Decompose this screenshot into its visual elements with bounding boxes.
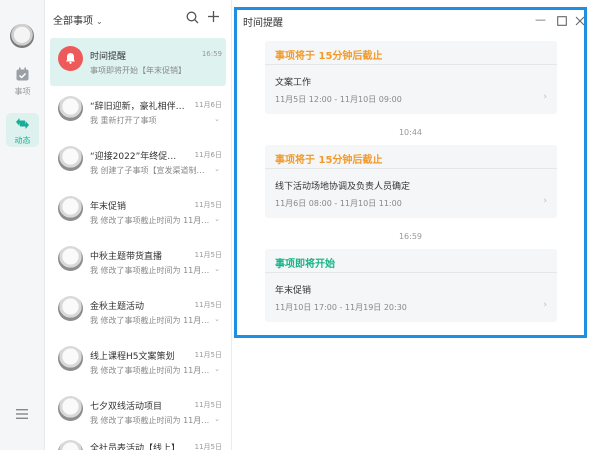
list-item-title: “辞旧迎新，豪礼相伴… bbox=[90, 102, 185, 112]
avatar bbox=[58, 146, 83, 171]
list-item-date: 11月5日 bbox=[194, 251, 222, 259]
panel-title: 时间提醒 bbox=[243, 18, 283, 29]
card-header: 事项即将开始 bbox=[265, 249, 557, 273]
avatar bbox=[58, 196, 83, 221]
card-header: 事项将于 15分钟后截止 bbox=[265, 41, 557, 65]
list-item-date: 11月5日 bbox=[194, 401, 222, 409]
chevron-down-icon[interactable]: ⌄ bbox=[214, 415, 220, 423]
chevron-right-icon: › bbox=[543, 196, 547, 206]
calendar-check-icon bbox=[16, 67, 29, 81]
list-item-subtitle: 事项即将开始【年末促销】 bbox=[90, 66, 186, 75]
avatar[interactable] bbox=[10, 24, 34, 48]
card-task-name: 文案工作 bbox=[275, 78, 312, 88]
bell-icon bbox=[66, 53, 75, 64]
reminder-detail-panel: 时间提醒 — 事项将于 15分钟后截止 文案工作 11月5日 12:00 - 1… bbox=[234, 7, 587, 338]
avatar bbox=[58, 396, 83, 421]
search-icon[interactable] bbox=[186, 11, 199, 24]
list-item-subtitle: 我 修改了事项截止时间为 11月… bbox=[90, 216, 210, 225]
list-item[interactable]: “迎接2022”年终促… 11月6日 我 创建了子事项【宣发渠道制… ⌄ bbox=[50, 138, 226, 186]
list-item-subtitle: 我 创建了子事项【宣发渠道制… bbox=[90, 166, 205, 175]
chevron-down-icon: ⌄ bbox=[96, 17, 103, 26]
list-item-date: 16:59 bbox=[201, 50, 222, 58]
list-item[interactable]: 七夕双线活动项目 11月5日 我 修改了事项截止时间为 11月… ⌄ bbox=[50, 388, 226, 436]
list-item[interactable]: 全社员表活动【线上】 11月5日 bbox=[50, 434, 226, 450]
card-time-range: 11月6日 08:00 - 11月10日 11:00 bbox=[275, 199, 402, 208]
chevron-down-icon[interactable]: ⌄ bbox=[214, 115, 220, 123]
list-item-title: 时间提醒 bbox=[90, 52, 127, 62]
list-item-date: 11月6日 bbox=[194, 151, 222, 159]
list-item[interactable]: 年末促销 11月5日 我 修改了事项截止时间为 11月… ⌄ bbox=[50, 188, 226, 236]
nav-item-activity[interactable]: 动态 bbox=[6, 113, 39, 147]
reminder-card[interactable]: 事项将于 15分钟后截止 线下活动场地协调及负责人员确定 11月6日 08:00… bbox=[265, 145, 557, 218]
card-time-range: 11月10日 17:00 - 11月19日 20:30 bbox=[275, 303, 407, 312]
card-task-name: 线下活动场地协调及负责人员确定 bbox=[275, 182, 411, 192]
avatar bbox=[58, 346, 83, 371]
list-item[interactable]: “辞旧迎新，豪礼相伴… 11月6日 我 重新打开了事项 ⌄ bbox=[50, 88, 226, 136]
list-item-date: 11月5日 bbox=[194, 201, 222, 209]
list-item[interactable]: 金秋主题活动 11月5日 我 修改了事项截止时间为 11月… ⌄ bbox=[50, 288, 226, 336]
list-item[interactable]: 中秋主题带货直播 11月5日 我 修改了事项截止时间为 11月… ⌄ bbox=[50, 238, 226, 286]
timestamp: 16:59 bbox=[398, 232, 423, 241]
list-item-subtitle: 我 修改了事项截止时间为 11月… bbox=[90, 366, 210, 375]
list-item-title: 全社员表活动【线上】 bbox=[90, 444, 181, 450]
activity-icon bbox=[16, 118, 29, 129]
avatar bbox=[58, 96, 83, 121]
chevron-right-icon: › bbox=[543, 92, 547, 102]
list-item-title: 金秋主题活动 bbox=[90, 302, 145, 312]
list-item-title: 中秋主题带货直播 bbox=[90, 252, 163, 262]
minimize-icon[interactable]: — bbox=[535, 13, 546, 26]
list-item-subtitle: 我 重新打开了事项 bbox=[90, 116, 157, 125]
chevron-down-icon[interactable]: ⌄ bbox=[214, 265, 220, 273]
card-time-range: 11月5日 12:00 - 11月10日 09:00 bbox=[275, 95, 402, 104]
list-item[interactable]: 线上课程H5文案策划 11月5日 我 修改了事项截止时间为 11月… ⌄ bbox=[50, 338, 226, 386]
list-header: 全部事项 ⌄ bbox=[45, 0, 232, 36]
list-item-date: 11月5日 bbox=[194, 351, 222, 359]
chevron-down-icon[interactable]: ⌄ bbox=[214, 315, 220, 323]
nav-item-tasks[interactable]: 事项 bbox=[6, 64, 39, 98]
avatar bbox=[58, 296, 83, 321]
maximize-icon[interactable] bbox=[557, 16, 567, 26]
left-nav: 事项 动态 bbox=[0, 0, 45, 450]
list-item-title: “迎接2022”年终促… bbox=[90, 152, 177, 162]
timestamp: 10:44 bbox=[398, 128, 423, 137]
menu-icon[interactable] bbox=[15, 407, 29, 421]
list-item-subtitle: 我 修改了事项截止时间为 11月… bbox=[90, 416, 210, 425]
card-header: 事项将于 15分钟后截止 bbox=[265, 145, 557, 169]
list-item-subtitle: 我 修改了事项截止时间为 11月… bbox=[90, 266, 210, 275]
list-item-date: 11月5日 bbox=[194, 301, 222, 309]
reminder-card[interactable]: 事项将于 15分钟后截止 文案工作 11月5日 12:00 - 11月10日 0… bbox=[265, 41, 557, 114]
filter-dropdown[interactable]: 全部事项 ⌄ bbox=[53, 12, 103, 27]
nav-item-label: 事项 bbox=[14, 87, 31, 96]
avatar bbox=[58, 246, 83, 271]
nav-item-label: 动态 bbox=[14, 136, 31, 145]
list-item-title: 线上课程H5文案策划 bbox=[90, 352, 175, 362]
close-icon[interactable] bbox=[575, 16, 585, 26]
chevron-down-icon[interactable]: ⌄ bbox=[214, 365, 220, 373]
item-list: 全部事项 ⌄ 时间提醒 16:59 事项即将开始【年末促销】 “辞旧迎新，豪礼相伴… bbox=[45, 0, 232, 450]
avatar bbox=[58, 46, 83, 71]
avatar bbox=[58, 440, 83, 450]
add-icon[interactable] bbox=[207, 10, 220, 23]
card-task-name: 年末促销 bbox=[275, 286, 312, 296]
chevron-right-icon: › bbox=[543, 300, 547, 310]
list-item-date: 11月6日 bbox=[194, 101, 222, 109]
list-item-date: 11月5日 bbox=[194, 443, 222, 450]
chevron-down-icon[interactable]: ⌄ bbox=[214, 215, 220, 223]
list-item-subtitle: 我 修改了事项截止时间为 11月… bbox=[90, 316, 210, 325]
reminder-card[interactable]: 事项即将开始 年末促销 11月10日 17:00 - 11月19日 20:30 … bbox=[265, 249, 557, 322]
chevron-down-icon[interactable]: ⌄ bbox=[214, 165, 220, 173]
list-item-title: 七夕双线活动项目 bbox=[90, 402, 163, 412]
list-item[interactable]: 时间提醒 16:59 事项即将开始【年末促销】 bbox=[50, 38, 226, 86]
list-item-title: 年末促销 bbox=[90, 202, 127, 212]
reminder-feed: 事项将于 15分钟后截止 文案工作 11月5日 12:00 - 11月10日 0… bbox=[237, 38, 584, 332]
filter-label: 全部事项 bbox=[53, 16, 93, 27]
